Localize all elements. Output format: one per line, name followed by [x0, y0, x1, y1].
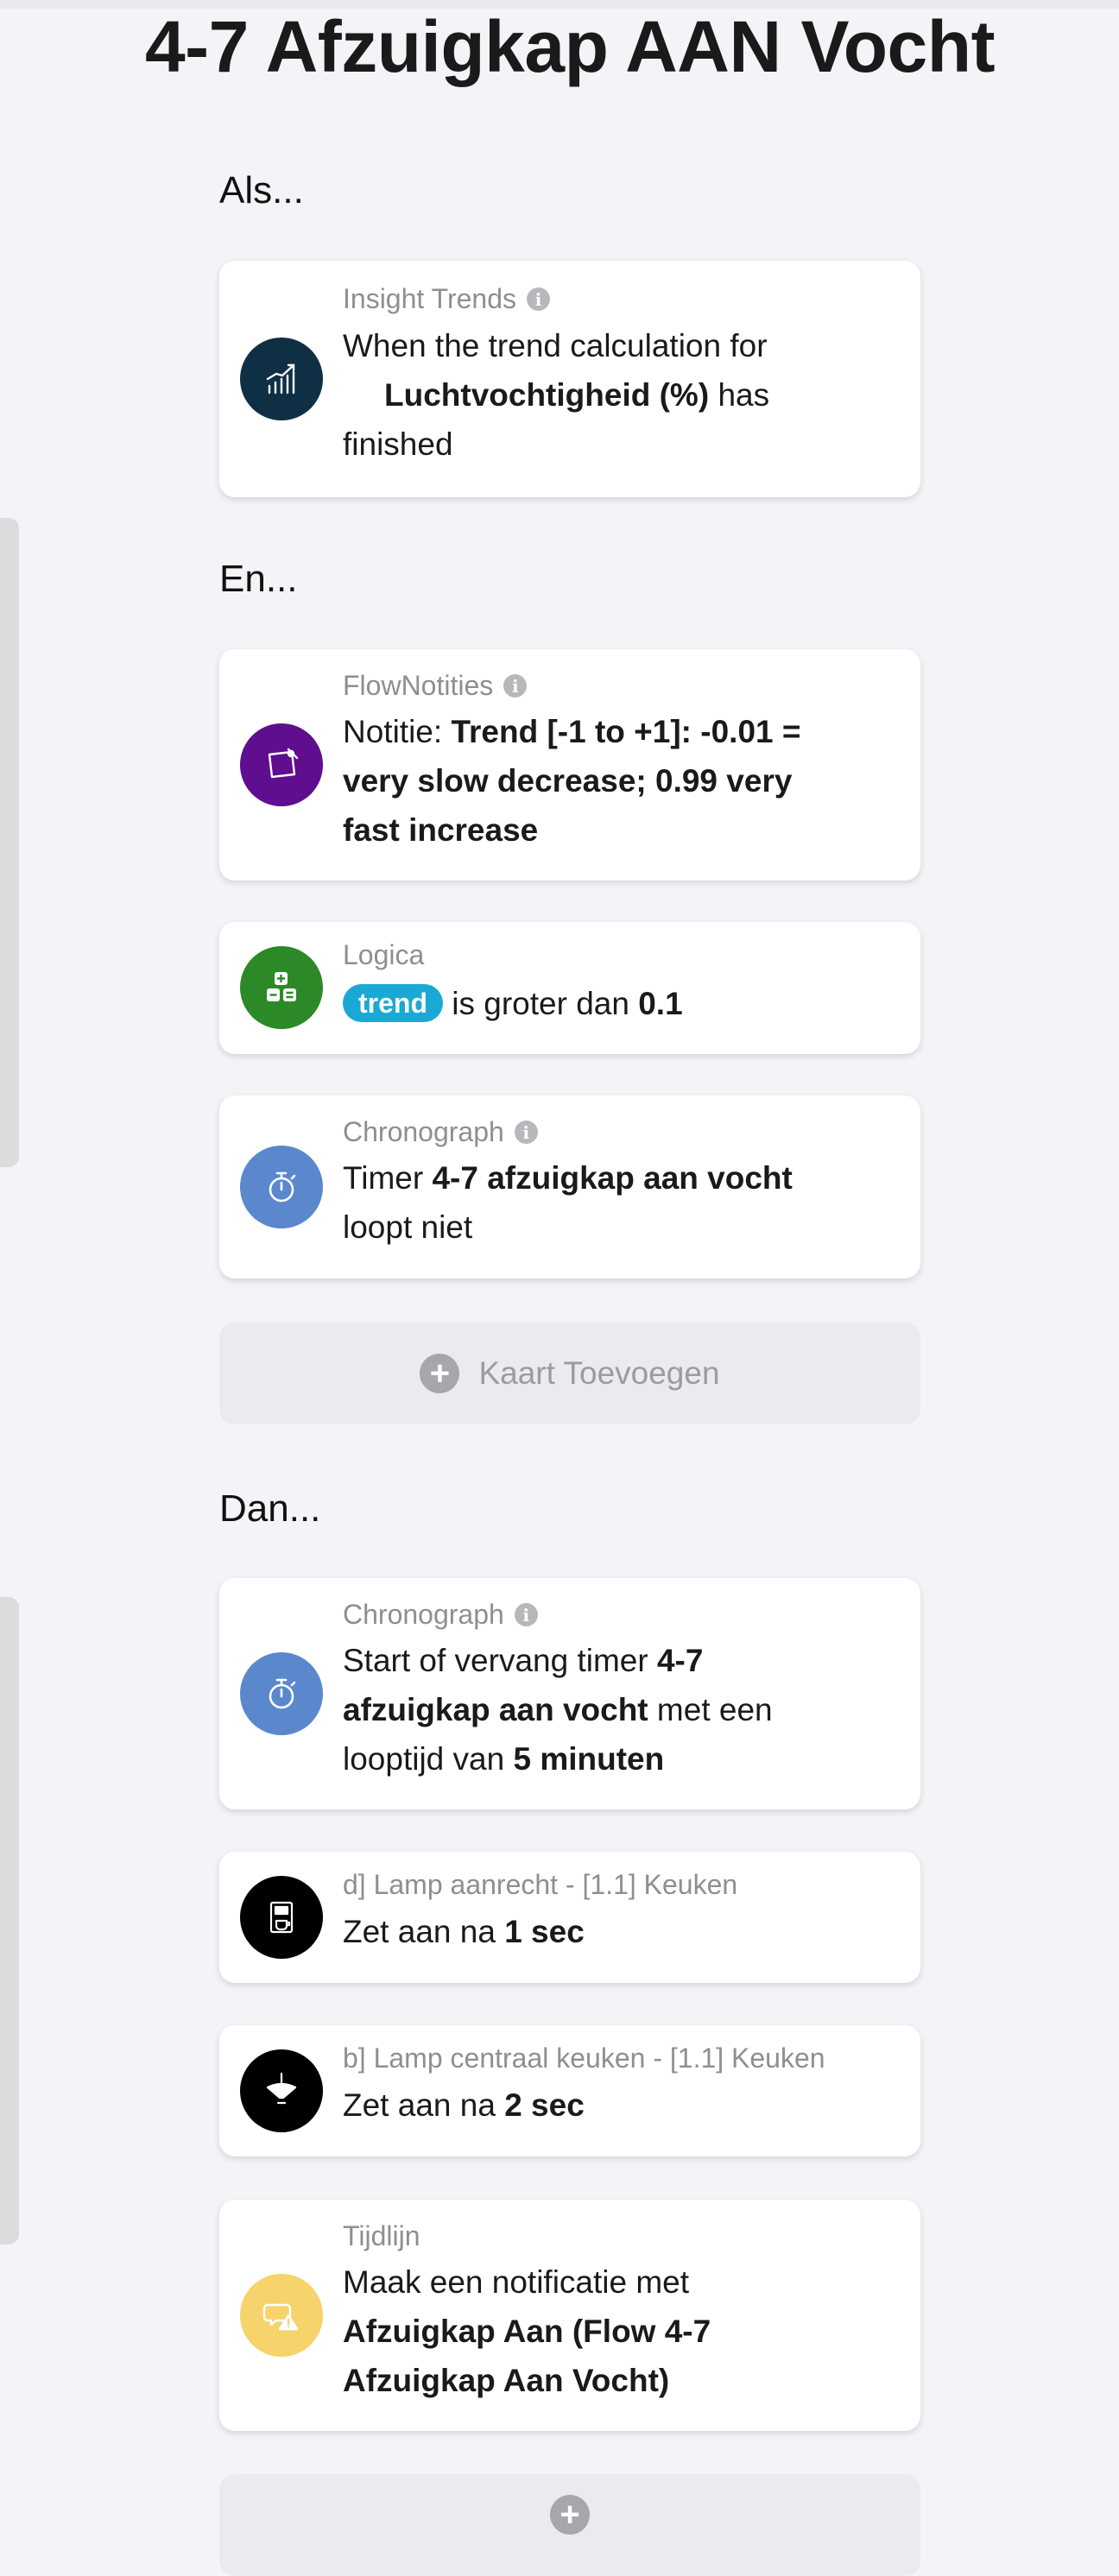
add-card-button-partial[interactable]: +: [219, 2474, 920, 2576]
info-icon[interactable]: i: [514, 1121, 538, 1144]
card-source-label: FlowNotities: [343, 670, 494, 701]
card-source: Tijdlijn: [343, 2220, 420, 2252]
card-token-value[interactable]: 0.1: [638, 986, 682, 1021]
card-source-label: Insight Trends: [343, 283, 516, 314]
info-icon[interactable]: i: [514, 1603, 538, 1626]
card-source-label: Chronograph: [343, 1116, 504, 1147]
card-text-inline: is groter dan: [452, 986, 629, 1021]
coffee-machine-icon: [240, 1876, 323, 1959]
card-source: b] Lamp centraal keuken - [1.1] Keuken: [343, 2042, 825, 2074]
card-text: Timer 4-7 afzuigkap aan vocht loopt niet: [343, 1153, 878, 1252]
card-text-inline: looptijd van: [343, 1741, 505, 1777]
card-source-label: Logica: [343, 939, 425, 970]
note-icon: [240, 723, 323, 806]
card-text-inline: met een: [656, 1692, 773, 1727]
card-source: d] Lamp aanrecht - [1.1] Keuken: [343, 1869, 737, 1901]
scrollbar-left-upper[interactable]: [0, 518, 19, 1167]
card-source-label: Chronograph: [343, 1599, 504, 1630]
card-token-sensor[interactable]: Luchtvochtigheid (%): [384, 377, 709, 413]
card-lamp-centraal[interactable]: b] Lamp centraal keuken - [1.1] Keuken Z…: [219, 2025, 920, 2156]
card-text-inline: Zet aan na: [343, 2087, 496, 2123]
card-text-line: When the trend calculation for: [343, 328, 768, 363]
stopwatch-icon: [240, 1146, 323, 1228]
card-token-message[interactable]: Afzuigkap Aan (Flow 4-7: [343, 2314, 711, 2349]
trend-tag[interactable]: trend: [343, 984, 443, 1022]
card-text-inline: Notitie:: [343, 714, 443, 749]
trend-chart-icon: [240, 338, 323, 420]
card-chronograph-condition[interactable]: Chronograph i Timer 4-7 afzuigkap aan vo…: [219, 1095, 920, 1279]
card-source: Chronograph i: [343, 1116, 538, 1148]
notification-warning-icon: [240, 2274, 323, 2357]
card-text: Zet aan na 1 sec: [343, 1907, 878, 1956]
card-token-duration[interactable]: 5: [513, 1741, 531, 1777]
card-text: Start of vervang timer 4-7 afzuigkap aan…: [343, 1636, 878, 1784]
card-text: Maak een notificatie met Afzuigkap Aan (…: [343, 2257, 878, 2405]
card-source-label: b] Lamp centraal keuken - [1.1] Keuken: [343, 2042, 825, 2074]
add-card-label: Kaart Toevoegen: [478, 1355, 720, 1391]
card-logica[interactable]: Logica trend is groter dan 0.1: [219, 922, 920, 1054]
card-token-unit[interactable]: minuten: [540, 1741, 664, 1777]
card-text: When the trend calculation for Luchtvoch…: [343, 321, 878, 469]
card-chronograph-action[interactable]: Chronograph i Start of vervang timer 4-7…: [219, 1578, 920, 1809]
plus-circle-icon: +: [420, 1354, 460, 1393]
card-token-timer[interactable]: afzuigkap aan vocht: [343, 1692, 648, 1727]
card-token-note[interactable]: fast increase: [343, 812, 538, 848]
card-lamp-aanrecht[interactable]: d] Lamp aanrecht - [1.1] Keuken Zet aan …: [219, 1852, 920, 1983]
card-text: Notitie: Trend [-1 to +1]: -0.01 = very …: [343, 707, 878, 855]
card-text-line: Maak een notificatie met: [343, 2264, 690, 2300]
card-insight-trends[interactable]: Insight Trends i When the trend calculat…: [219, 261, 920, 497]
card-text: trend is groter dan 0.1: [343, 979, 878, 1028]
card-source: FlowNotities i: [343, 670, 528, 702]
card-flownotities[interactable]: FlowNotities i Notitie: Trend [-1 to +1]…: [219, 649, 920, 881]
add-card-button[interactable]: + Kaart Toevoegen: [219, 1323, 920, 1424]
plus-circle-icon: +: [550, 2495, 590, 2535]
stopwatch-icon: [240, 1652, 323, 1735]
card-token-note[interactable]: Trend [-1 to +1]: -0.01 =: [451, 714, 800, 749]
card-text-inline: Start of vervang timer: [343, 1643, 648, 1678]
card-token-timer[interactable]: 4-7 afzuigkap aan vocht: [432, 1160, 792, 1196]
card-token-timer[interactable]: 4-7: [657, 1643, 703, 1678]
page-title: 4-7 Afzuigkap AAN Vocht: [144, 6, 996, 87]
info-icon[interactable]: i: [527, 287, 550, 311]
section-and-heading: En...: [219, 558, 298, 600]
info-icon[interactable]: i: [503, 674, 528, 698]
card-token-delay[interactable]: 1 sec: [504, 1914, 585, 1949]
card-text-inline: Timer: [343, 1160, 424, 1196]
card-token-note[interactable]: very slow decrease; 0.99 very: [343, 763, 792, 799]
card-token-message[interactable]: Afzuigkap Aan Vocht): [343, 2363, 669, 2398]
card-text-line: loopt niet: [343, 1209, 473, 1245]
card-source: Chronograph i: [343, 1599, 538, 1631]
card-token-delay[interactable]: 2 sec: [504, 2087, 585, 2123]
card-source-label: Tijdlijn: [343, 2220, 420, 2251]
calculator-icon: [240, 946, 323, 1029]
section-if-heading: Als...: [219, 169, 304, 212]
card-source: Insight Trends i: [343, 283, 550, 315]
card-text-inline: Zet aan na: [343, 1914, 496, 1949]
card-text: Zet aan na 2 sec: [343, 2080, 878, 2130]
card-source: Logica: [343, 939, 424, 971]
card-tijdlijn[interactable]: Tijdlijn Maak een notificatie met Afzuig…: [219, 2200, 920, 2431]
scrollbar-left-lower[interactable]: [0, 1597, 19, 2245]
card-text-line: finished: [343, 426, 453, 462]
pendant-lamp-icon: [240, 2049, 323, 2132]
section-then-heading: Dan...: [219, 1487, 321, 1530]
card-source-label: d] Lamp aanrecht - [1.1] Keuken: [343, 1869, 738, 1900]
card-text-inline: has: [718, 377, 770, 413]
